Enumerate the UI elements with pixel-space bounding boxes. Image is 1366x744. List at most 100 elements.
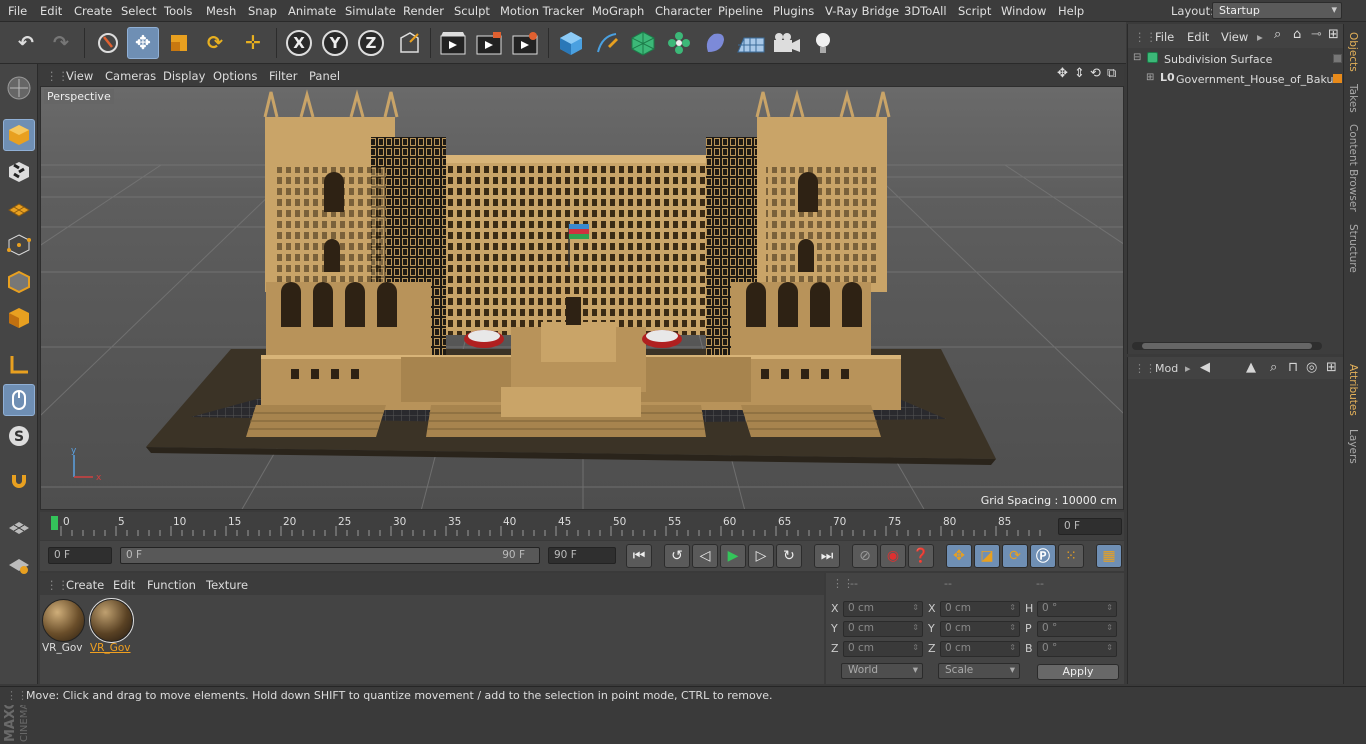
menu-pipeline[interactable]: Pipeline xyxy=(718,4,763,18)
key-position-icon[interactable]: ✥ xyxy=(946,544,972,568)
viewport-rotate-icon[interactable]: ⟲ xyxy=(1090,66,1101,81)
current-frame-field[interactable]: 0 F xyxy=(1058,518,1122,535)
viewport-menu-filter[interactable]: Filter xyxy=(269,69,297,83)
workplane-mode-icon[interactable] xyxy=(3,192,35,224)
material-menu-create[interactable]: Create xyxy=(66,578,104,592)
menu-plugins[interactable]: Plugins xyxy=(773,4,814,18)
previous-frame-icon[interactable]: ◁ xyxy=(692,544,718,568)
object-menu-file[interactable]: File xyxy=(1155,30,1174,44)
layout-select[interactable]: Startup xyxy=(1212,2,1342,19)
tab-objects[interactable]: Objects xyxy=(1347,32,1359,72)
position-y-field[interactable]: 0 cm xyxy=(843,621,923,637)
floor-environment-icon[interactable] xyxy=(735,27,767,59)
new-window-icon[interactable]: ⊞ xyxy=(1326,360,1337,375)
menu-snap[interactable]: Snap xyxy=(248,4,277,18)
material-swatch[interactable]: VR_Gov xyxy=(42,599,85,657)
search-icon[interactable]: ⌕ xyxy=(1270,360,1277,375)
object-menu-edit[interactable]: Edit xyxy=(1187,30,1209,44)
position-x-field[interactable]: 0 cm xyxy=(843,601,923,617)
model-mode-icon[interactable] xyxy=(3,119,35,151)
back-arrow-icon[interactable]: ◀ xyxy=(1200,360,1210,375)
key-scale-icon[interactable]: ◪ xyxy=(974,544,1000,568)
move-tool-icon[interactable]: ✥ xyxy=(127,27,159,59)
keyframe-selection-icon[interactable]: ❓ xyxy=(908,544,934,568)
object-row-subdivision[interactable]: ⊟ Subdivision Surface xyxy=(1128,51,1344,70)
menu-character[interactable]: Character xyxy=(655,4,712,18)
up-arrow-icon[interactable]: ▲ xyxy=(1246,360,1256,375)
timeline-window-icon[interactable]: ▦ xyxy=(1096,544,1122,568)
pen-spline-icon[interactable] xyxy=(591,27,623,59)
object-row-government-house[interactable]: ⊞ L0 Government_House_of_Baku xyxy=(1128,71,1344,90)
menu-vray-bridge[interactable]: V-Ray Bridge xyxy=(825,4,899,18)
play-forward-icon[interactable]: ▶ xyxy=(720,544,746,568)
rotate-tool-icon[interactable]: ⟳ xyxy=(199,27,231,59)
object-menu-view[interactable]: View xyxy=(1221,30,1248,44)
position-z-field[interactable]: 0 cm xyxy=(843,641,923,657)
workplane-align-icon[interactable] xyxy=(3,549,35,581)
material-tag-icon[interactable] xyxy=(1333,74,1342,83)
viewport-menu-panel[interactable]: Panel xyxy=(309,69,340,83)
material-menu-edit[interactable]: Edit xyxy=(113,578,135,592)
key-rotation-icon[interactable]: ⟳ xyxy=(1002,544,1028,568)
edges-mode-icon[interactable] xyxy=(3,266,35,298)
menu-tools[interactable]: Tools xyxy=(164,4,192,18)
preview-range-slider[interactable]: 0 F 90 F xyxy=(120,547,540,564)
go-to-end-icon[interactable]: ⏭ xyxy=(814,544,840,568)
previous-key-icon[interactable]: ↺ xyxy=(664,544,690,568)
tab-content-browser[interactable]: Content Browser xyxy=(1347,124,1359,212)
z-axis-lock-icon[interactable]: Z xyxy=(355,27,387,59)
menu-3dtoall[interactable]: 3DToAll xyxy=(904,4,947,18)
link-icon[interactable]: ⊸ xyxy=(1311,27,1322,42)
object-menu-more-icon[interactable]: ▸ xyxy=(1257,30,1263,44)
attribute-menu-more-icon[interactable]: ▸ xyxy=(1185,362,1191,375)
menu-sculpt[interactable]: Sculpt xyxy=(454,4,490,18)
new-window-icon[interactable]: ⊞ xyxy=(1328,27,1339,42)
material-menu-function[interactable]: Function xyxy=(147,578,196,592)
rotation-b-field[interactable]: 0 ° xyxy=(1037,641,1117,657)
workplane-lock-icon[interactable] xyxy=(3,512,35,544)
visibility-toggle[interactable] xyxy=(1333,54,1342,63)
viewport-pan-icon[interactable]: ✥ xyxy=(1057,66,1068,81)
coordinate-system-dropdown[interactable]: World xyxy=(841,663,923,679)
solo-mode-icon[interactable]: S xyxy=(3,420,35,452)
playhead-marker[interactable] xyxy=(51,516,58,530)
tab-layers[interactable]: Layers xyxy=(1347,429,1359,464)
menu-edit[interactable]: Edit xyxy=(40,4,62,18)
axis-mode-icon[interactable] xyxy=(3,349,35,381)
cube-primitive-icon[interactable] xyxy=(555,27,587,59)
cloner-icon[interactable] xyxy=(663,27,695,59)
polygons-mode-icon[interactable] xyxy=(3,302,35,334)
viewport-menu-cameras[interactable]: Cameras xyxy=(105,69,156,83)
material-menu-texture[interactable]: Texture xyxy=(206,578,248,592)
scrollbar-thumb[interactable] xyxy=(1142,343,1312,349)
live-selection-icon[interactable] xyxy=(92,27,124,59)
auto-keying-icon[interactable]: ◉ xyxy=(880,544,906,568)
start-frame-field[interactable]: 0 F xyxy=(48,547,112,564)
deformer-icon[interactable] xyxy=(699,27,731,59)
subdivision-surface-icon[interactable] xyxy=(627,27,659,59)
size-z-field[interactable]: 0 cm xyxy=(940,641,1020,657)
transform-tool-icon[interactable]: ✛ xyxy=(237,27,269,59)
next-frame-icon[interactable]: ▷ xyxy=(748,544,774,568)
viewport-menu-display[interactable]: Display xyxy=(163,69,205,83)
tab-takes[interactable]: Takes xyxy=(1347,84,1359,113)
menu-render[interactable]: Render xyxy=(403,4,444,18)
texture-mode-icon[interactable] xyxy=(3,156,35,188)
key-parameter-icon[interactable]: Ⓟ xyxy=(1030,544,1056,568)
undo-icon[interactable]: ↶ xyxy=(10,27,42,59)
tweak-mode-icon[interactable] xyxy=(3,384,35,416)
light-icon[interactable] xyxy=(807,27,839,59)
snapping-magnet-icon[interactable] xyxy=(3,467,35,499)
attribute-mode-menu[interactable]: Mod xyxy=(1155,362,1178,375)
menu-create[interactable]: Create xyxy=(74,4,112,18)
lock-icon[interactable]: ⊓ xyxy=(1288,360,1298,375)
size-x-field[interactable]: 0 cm xyxy=(940,601,1020,617)
viewport-zoom-icon[interactable]: ⇕ xyxy=(1074,66,1085,81)
menu-window[interactable]: Window xyxy=(1001,4,1046,18)
menu-mograph[interactable]: MoGraph xyxy=(592,4,644,18)
perspective-viewport[interactable]: y x Perspective Grid Spacing : 10000 cm xyxy=(40,86,1124,510)
size-mode-dropdown[interactable]: Scale xyxy=(938,663,1020,679)
tab-structure[interactable]: Structure xyxy=(1347,224,1359,273)
menu-motion-tracker[interactable]: Motion Tracker xyxy=(500,4,584,18)
timeline-ruler[interactable]: 051015202530354045505560657075808590 0 F xyxy=(40,512,1124,540)
